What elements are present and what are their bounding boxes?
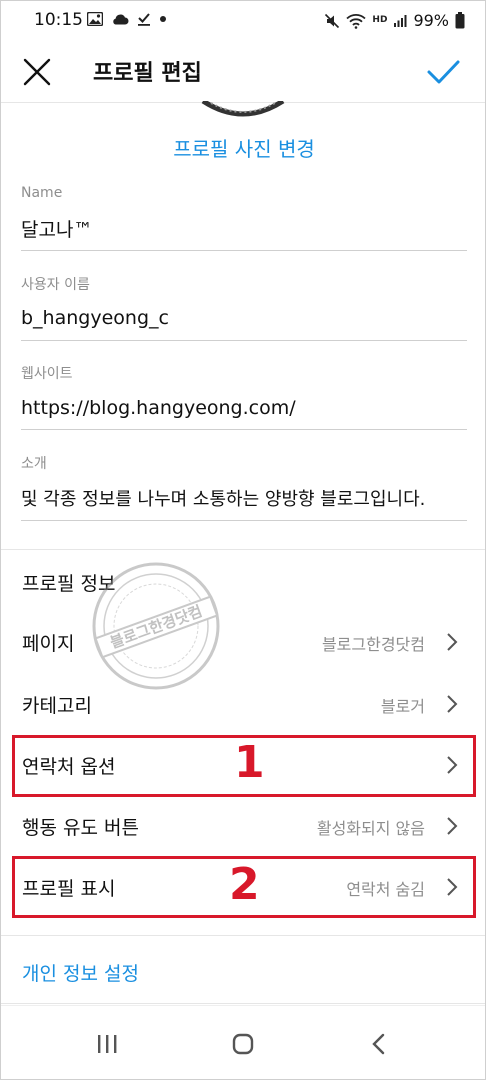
row-category-label: 카테고리 bbox=[22, 695, 92, 717]
download-done-icon bbox=[138, 13, 150, 26]
website-field-value[interactable]: https://blog.hangyeong.com/ bbox=[21, 397, 296, 419]
bio-field[interactable]: 소개 및 각종 정보를 나누며 소통하는 양방향 블로그입니다. bbox=[21, 451, 467, 521]
annotation-number-1: 1 bbox=[234, 737, 265, 788]
private-info-settings-link[interactable]: 개인 정보 설정 bbox=[22, 959, 139, 986]
wifi-icon bbox=[346, 13, 367, 29]
name-field[interactable]: Name 달고나™ bbox=[21, 181, 467, 251]
watermark-seal: 블로그한경닷컴 bbox=[89, 559, 223, 693]
name-field-label: Name bbox=[21, 185, 63, 201]
profile-avatar[interactable] bbox=[201, 101, 285, 119]
row-action-button-label: 행동 유도 버튼 bbox=[22, 817, 139, 839]
cloud-icon bbox=[113, 14, 129, 25]
chevron-right-icon bbox=[447, 633, 458, 651]
system-icons: HD 99% bbox=[324, 11, 465, 30]
home-button[interactable] bbox=[223, 1028, 263, 1060]
close-button[interactable] bbox=[15, 50, 59, 94]
confirm-button[interactable] bbox=[421, 50, 465, 94]
page-title: 프로필 편집 bbox=[93, 61, 202, 86]
back-button[interactable] bbox=[359, 1028, 399, 1060]
username-field[interactable]: 사용자 이름 b_hangyeong_c bbox=[21, 271, 467, 341]
check-icon bbox=[427, 60, 460, 84]
username-field-label: 사용자 이름 bbox=[21, 277, 90, 293]
username-field-value[interactable]: b_hangyeong_c bbox=[21, 307, 169, 329]
row-category[interactable]: 카테고리 블로거 bbox=[1, 675, 485, 733]
screen: 10:15 HD 99% 프로필 편집 프로필 사진 변경 Name 달고나™ … bbox=[0, 0, 486, 1080]
row-action-button-value: 활성화되지 않음 bbox=[316, 819, 425, 838]
chevron-right-icon bbox=[447, 695, 458, 713]
back-icon bbox=[372, 1033, 385, 1055]
recents-button[interactable] bbox=[87, 1028, 127, 1060]
row-action-button[interactable]: 행동 유도 버튼 활성화되지 않음 bbox=[1, 797, 485, 855]
home-icon bbox=[232, 1033, 254, 1055]
section-divider bbox=[1, 1003, 485, 1004]
change-profile-photo-link[interactable]: 프로필 사진 변경 bbox=[1, 133, 485, 162]
dot-icon bbox=[160, 16, 166, 22]
name-field-value[interactable]: 달고나™ bbox=[21, 215, 92, 242]
hd-voice-icon: HD bbox=[372, 15, 388, 25]
website-field-label: 웹사이트 bbox=[21, 366, 73, 382]
battery-percent: 99% bbox=[413, 11, 449, 30]
status-bar: 10:15 HD 99% bbox=[1, 1, 485, 41]
mute-icon bbox=[325, 13, 340, 28]
bio-field-label: 소개 bbox=[21, 456, 47, 472]
row-page[interactable]: 페이지 블로그한경닷컴 bbox=[1, 613, 485, 671]
battery-icon bbox=[455, 12, 465, 29]
recents-icon bbox=[98, 1035, 117, 1053]
section-divider bbox=[1, 549, 485, 550]
row-category-value: 블로거 bbox=[380, 697, 425, 716]
section-divider bbox=[1, 935, 485, 936]
top-app-bar: 프로필 편집 bbox=[1, 41, 485, 103]
notification-icons bbox=[87, 12, 167, 26]
image-icon bbox=[87, 12, 103, 26]
signal-icon bbox=[394, 14, 407, 27]
row-profile-info: 프로필 정보 bbox=[1, 553, 485, 611]
annotation-number-2: 2 bbox=[229, 859, 260, 910]
website-field[interactable]: 웹사이트 https://blog.hangyeong.com/ bbox=[21, 361, 467, 430]
row-page-value: 블로그한경닷컴 bbox=[321, 635, 425, 654]
status-time: 10:15 bbox=[34, 10, 83, 30]
row-page-label: 페이지 bbox=[22, 633, 75, 655]
bio-field-value[interactable]: 및 각종 정보를 나누며 소통하는 양방향 블로그입니다. bbox=[21, 485, 467, 511]
chevron-right-icon bbox=[447, 817, 458, 835]
system-nav-bar bbox=[1, 1005, 485, 1079]
close-icon bbox=[23, 58, 51, 86]
